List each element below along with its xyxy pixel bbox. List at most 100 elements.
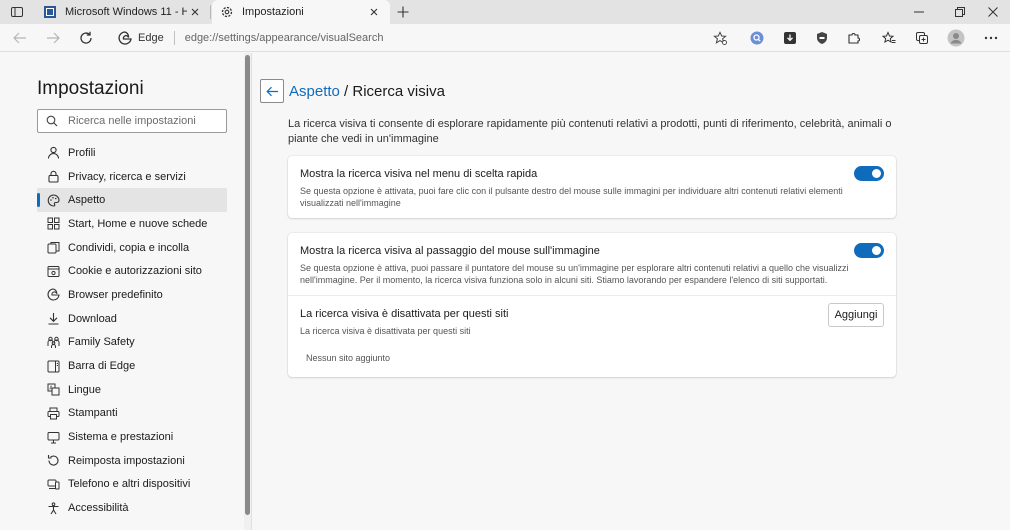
sidebar-item-label: Stampanti: [68, 407, 118, 420]
share-icon: [46, 241, 60, 255]
breadcrumb: Aspetto / Ricerca visiva: [289, 83, 445, 100]
hover-toggle[interactable]: [854, 243, 884, 258]
gear-icon: [221, 6, 233, 18]
back-to-aspetto-button[interactable]: [260, 79, 284, 103]
refresh-icon: [80, 31, 92, 44]
tab-settings[interactable]: Impostazioni: [212, 0, 390, 24]
arrow-left-icon: [265, 86, 278, 96]
sidebar-item-label: Start, Home e nuove schede: [68, 217, 208, 230]
shield-icon: [817, 32, 827, 44]
sidebar-item-download[interactable]: Download: [37, 307, 227, 331]
sidebar-scrollbar[interactable]: [244, 53, 251, 530]
sidebar-item-label: Sistema e prestazioni: [68, 431, 174, 444]
tab-close-icon[interactable]: [187, 4, 203, 20]
tab-title: Impostazioni: [242, 6, 304, 18]
address-bar[interactable]: Edge edge://settings/appearance/visualSe…: [108, 27, 736, 49]
download-icon: [46, 312, 60, 326]
sidebar-item-cookie[interactable]: Cookie e autorizzazioni sito: [37, 259, 227, 283]
arrow-right-icon: [47, 32, 60, 44]
sidebar-item-barra-edge[interactable]: Barra di Edge: [37, 354, 227, 378]
more-button[interactable]: [981, 28, 1001, 48]
sidebar-item-browser-predefinito[interactable]: Browser predefinito: [37, 283, 227, 307]
sidebar-title: Impostazioni: [37, 78, 144, 99]
edge-logo-icon: [118, 31, 132, 45]
back-button[interactable]: [10, 28, 30, 48]
add-site-button[interactable]: Aggiungi: [828, 303, 884, 327]
favorites-button[interactable]: [879, 28, 899, 48]
sidebar-item-stampanti[interactable]: Stampanti: [37, 402, 227, 426]
sidebar-item-label: Aspetto: [68, 194, 106, 207]
tab-strip: Microsoft Windows 11 - Hardwa Impostazio…: [0, 0, 1010, 24]
breadcrumb-parent-link[interactable]: Aspetto: [289, 83, 340, 100]
sidebar-item-telefono[interactable]: Telefono e altri dispositivi: [37, 473, 227, 497]
url-text[interactable]: edge://settings/appearance/visualSearch: [185, 32, 384, 44]
minimize-icon: [914, 11, 924, 13]
tab-close-icon[interactable]: [366, 4, 382, 20]
minimize-button[interactable]: [902, 0, 936, 24]
restore-icon: [955, 7, 965, 17]
setting-description: Se questa opzione è attiva, puoi passare…: [300, 263, 849, 285]
sidebar-item-label: Condividi, copia e incolla: [68, 241, 190, 254]
accessibility-icon: [46, 501, 60, 515]
lock-icon: [46, 170, 60, 184]
forward-button[interactable]: [43, 28, 63, 48]
sidebar-item-sistema[interactable]: Sistema e prestazioni: [37, 425, 227, 449]
tab-title: Microsoft Windows 11 - Hardwa: [65, 6, 187, 18]
family-icon: [46, 335, 60, 349]
toggle-knob: [872, 169, 881, 178]
extension-download-button[interactable]: [780, 28, 800, 48]
sidebar-item-label: Cookie e autorizzazioni sito: [68, 265, 202, 278]
sidebar-item-label: Privacy, ricerca e servizi: [68, 170, 186, 183]
page-title: Ricerca visiva: [352, 83, 445, 100]
settings-search-input[interactable]: Ricerca nelle impostazioni: [37, 109, 227, 133]
extension-search-button[interactable]: [747, 28, 767, 48]
monitor-icon: [46, 430, 60, 444]
refresh-button[interactable]: [76, 28, 96, 48]
tab-actions-icon: [11, 7, 23, 17]
sidebar-item-lingue[interactable]: A Lingue: [37, 378, 227, 402]
intro-text: La ricerca visiva ti consente di esplora…: [288, 118, 892, 145]
language-icon: A: [46, 383, 60, 397]
sidebar-item-label: Barra di Edge: [68, 360, 136, 373]
download-extension-icon: [784, 32, 796, 44]
sidebar-item-accessibilita[interactable]: Accessibilità: [37, 496, 227, 520]
sidebar-item-label: Browser predefinito: [68, 288, 163, 301]
tab-actions-button[interactable]: [5, 2, 29, 22]
home-grid-icon: [46, 217, 60, 231]
hover-setting-card: Mostra la ricerca visiva al passaggio de…: [288, 233, 896, 377]
browser-icon: [46, 288, 60, 302]
extensions-button[interactable]: [844, 28, 864, 48]
sidebar-item-profili[interactable]: Profili: [37, 141, 227, 165]
settings-nav: Profili Privacy, ricerca e servizi Aspet…: [37, 141, 227, 520]
setting-title: Mostra la ricerca visiva nel menu di sce…: [300, 168, 538, 180]
cookie-icon: [46, 264, 60, 278]
sidebar-item-condividi[interactable]: Condividi, copia e incolla: [37, 236, 227, 260]
new-tab-button[interactable]: [394, 3, 412, 21]
close-icon: [988, 7, 998, 17]
setting-title: Mostra la ricerca visiva al passaggio de…: [300, 245, 600, 257]
sidebar-item-privacy[interactable]: Privacy, ricerca e servizi: [37, 165, 227, 189]
palette-icon: [46, 193, 60, 207]
context-menu-setting-card: Mostra la ricerca visiva nel menu di sce…: [288, 156, 896, 218]
profile-button[interactable]: [946, 28, 966, 48]
sidebar-item-family-safety[interactable]: Family Safety: [37, 331, 227, 355]
collections-button[interactable]: [912, 28, 932, 48]
sidebar-item-reimposta[interactable]: Reimposta impostazioni: [37, 449, 227, 473]
puzzle-icon: [848, 33, 860, 44]
sidebar-item-start-home[interactable]: Start, Home e nuove schede: [37, 212, 227, 236]
close-window-button[interactable]: [976, 0, 1010, 24]
sidebar-item-label: Profili: [68, 146, 96, 159]
sidebar-item-aspetto[interactable]: Aspetto: [37, 188, 227, 213]
page-favicon-icon: [44, 6, 56, 18]
profile-icon: [46, 146, 60, 160]
restore-button[interactable]: [943, 0, 977, 24]
context-menu-toggle[interactable]: [854, 166, 884, 181]
toggle-knob: [872, 246, 881, 255]
sidebar-panel-icon: [46, 359, 60, 373]
tab-hardware[interactable]: Microsoft Windows 11 - Hardwa: [35, 0, 211, 24]
sidebar-item-label: Telefono e altri dispositivi: [68, 478, 191, 491]
extension-shield-button[interactable]: [812, 28, 832, 48]
add-favorite-star-icon[interactable]: [712, 30, 728, 46]
scrollbar-thumb[interactable]: [245, 55, 250, 515]
sidebar-item-label: Reimposta impostazioni: [68, 454, 185, 467]
